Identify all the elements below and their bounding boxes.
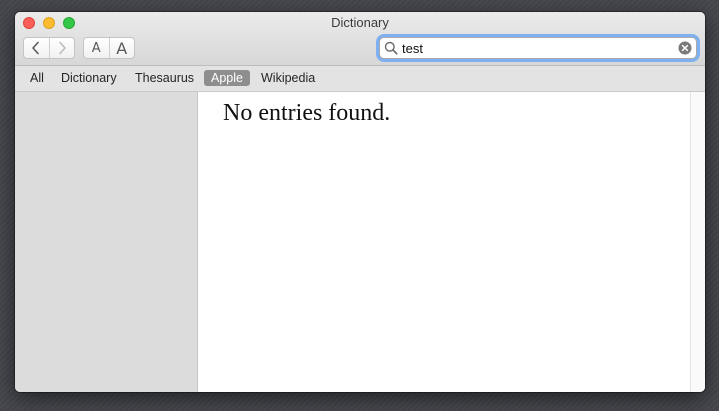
- search-field[interactable]: [379, 37, 697, 59]
- vertical-scrollbar[interactable]: [690, 92, 705, 392]
- definition-pane: No entries found.: [199, 92, 691, 392]
- tab-dictionary[interactable]: Dictionary: [54, 70, 124, 86]
- source-tab-bar: All Dictionary Thesaurus Apple Wikipedia: [15, 66, 705, 92]
- navigation-buttons: [23, 37, 75, 59]
- dictionary-window: Dictionary A A test All Dictionary Thesa…: [15, 12, 705, 392]
- no-entries-message: No entries found.: [223, 100, 391, 126]
- decrease-font-size-button[interactable]: A: [84, 38, 109, 58]
- font-size-buttons: A A: [83, 37, 135, 59]
- window-title: Dictionary: [331, 15, 389, 30]
- search-input[interactable]: [402, 39, 672, 57]
- entries-sidebar: [15, 92, 198, 392]
- tab-all[interactable]: All: [23, 70, 51, 86]
- chevron-left-icon: [32, 41, 40, 55]
- forward-button[interactable]: [48, 38, 75, 58]
- title-bar: Dictionary A A: [15, 12, 705, 66]
- back-button[interactable]: [24, 38, 49, 58]
- increase-font-size-button[interactable]: A: [108, 38, 135, 58]
- tab-thesaurus[interactable]: Thesaurus: [128, 70, 201, 86]
- tab-apple[interactable]: Apple: [204, 70, 250, 86]
- tab-wikipedia[interactable]: Wikipedia: [254, 70, 322, 86]
- clear-search-icon[interactable]: [678, 41, 692, 55]
- search-icon: [384, 41, 398, 55]
- chevron-right-icon: [58, 41, 66, 55]
